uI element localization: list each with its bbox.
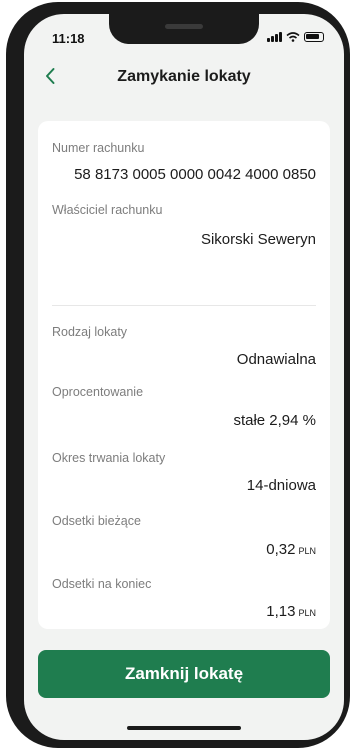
phone-frame: 11:18 Zamykanie lokaty Numer rachunku 58 (6, 2, 350, 748)
mute-switch (6, 92, 12, 112)
final-interest-currency: PLN (298, 608, 316, 618)
deposit-details-card: Numer rachunku 58 8173 0005 0000 0042 40… (38, 121, 330, 629)
signal-icon (267, 32, 282, 42)
final-interest-value: 1,13 PLN (266, 603, 316, 620)
wifi-icon (286, 32, 300, 42)
deposit-type-value: Odnawialna (236, 351, 316, 368)
owner-label: Właściciel rachunku (52, 203, 163, 217)
status-icons (267, 32, 324, 42)
screen: 11:18 Zamykanie lokaty Numer rachunku 58 (24, 14, 344, 740)
interest-rate-value: stałe 2,94 % (233, 412, 316, 429)
current-interest-value: 0,32 PLN (266, 541, 316, 558)
home-indicator (127, 726, 241, 730)
deposit-type-label: Rodzaj lokaty (52, 325, 128, 339)
status-time: 11:18 (52, 31, 85, 46)
current-interest-currency: PLN (298, 546, 316, 556)
interest-rate-label: Oprocentowanie (52, 385, 144, 399)
final-interest-amount: 1,13 (266, 603, 296, 620)
account-number-label: Numer rachunku (52, 141, 145, 155)
current-interest-amount: 0,32 (266, 541, 296, 558)
term-value: 14-dniowa (246, 477, 316, 494)
close-deposit-button[interactable]: Zamknij lokatę (38, 650, 330, 698)
volume-down-button (6, 204, 12, 256)
header: Zamykanie lokaty (24, 56, 344, 96)
notch (109, 14, 259, 44)
divider (52, 305, 316, 306)
page-title: Zamykanie lokaty (117, 68, 251, 85)
term-label: Okres trwania lokaty (52, 451, 166, 465)
owner-value: Sikorski Seweryn (200, 231, 316, 248)
current-interest-label: Odsetki bieżące (52, 514, 141, 528)
speaker (165, 24, 203, 29)
volume-up-button (6, 142, 12, 194)
battery-icon (304, 32, 324, 42)
final-interest-label: Odsetki na koniec (52, 577, 152, 591)
account-number-value: 58 8173 0005 0000 0042 4000 0850 (74, 166, 316, 183)
